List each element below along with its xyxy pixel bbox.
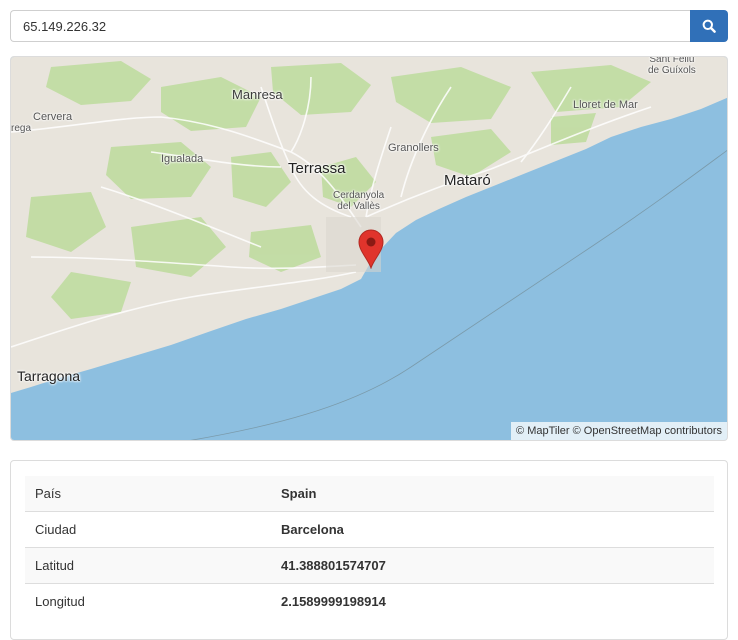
table-row-country: País Spain (25, 476, 714, 512)
row-label-city: Ciudad (25, 511, 271, 548)
search-button[interactable] (690, 10, 728, 42)
map-attribution[interactable]: © MapTiler © OpenStreetMap contributors (511, 422, 727, 440)
map-label-cervera: Cervera (33, 111, 73, 123)
ip-search-bar (10, 10, 728, 42)
row-value-latitude: 41.388801574707 (271, 547, 714, 584)
map-pin-icon[interactable] (358, 229, 384, 269)
map-label-terrassa: Terrassa (288, 160, 346, 177)
row-value-longitude: 2.1589999198914 (271, 583, 714, 619)
ip-details-panel: País Spain Ciudad Barcelona Latitud 41.3… (10, 460, 728, 640)
row-label-latitude: Latitud (25, 547, 271, 584)
row-value-country: Spain (271, 476, 714, 512)
map-label-lloret: Lloret de Mar (573, 99, 638, 111)
map-label-igualada: Igualada (161, 153, 204, 165)
map-label-mataro: Mataró (444, 172, 491, 189)
table-row-longitude: Longitud 2.1589999198914 (25, 583, 714, 619)
table-row-city: Ciudad Barcelona (25, 511, 714, 548)
row-label-longitude: Longitud (25, 583, 271, 619)
ip-details-table: País Spain Ciudad Barcelona Latitud 41.3… (25, 476, 714, 619)
table-row-latitude: Latitud 41.388801574707 (25, 547, 714, 584)
map-label-sant-feliu: Sant Feliu de Guíxols (648, 56, 696, 76)
ip-search-input[interactable] (10, 10, 690, 42)
map-label-rega: rega (11, 123, 32, 134)
map-view[interactable]: Manresa Cervera rega Igualada Terrassa G… (10, 56, 728, 441)
map-label-tarragona: Tarragona (17, 368, 81, 384)
map-label-manresa: Manresa (232, 87, 283, 102)
map-label-cerdanyola: Cerdanyola del Vallès (333, 190, 385, 212)
row-value-city: Barcelona (271, 511, 714, 548)
map-label-granollers: Granollers (388, 142, 439, 154)
row-label-country: País (25, 476, 271, 512)
search-icon (702, 19, 716, 33)
